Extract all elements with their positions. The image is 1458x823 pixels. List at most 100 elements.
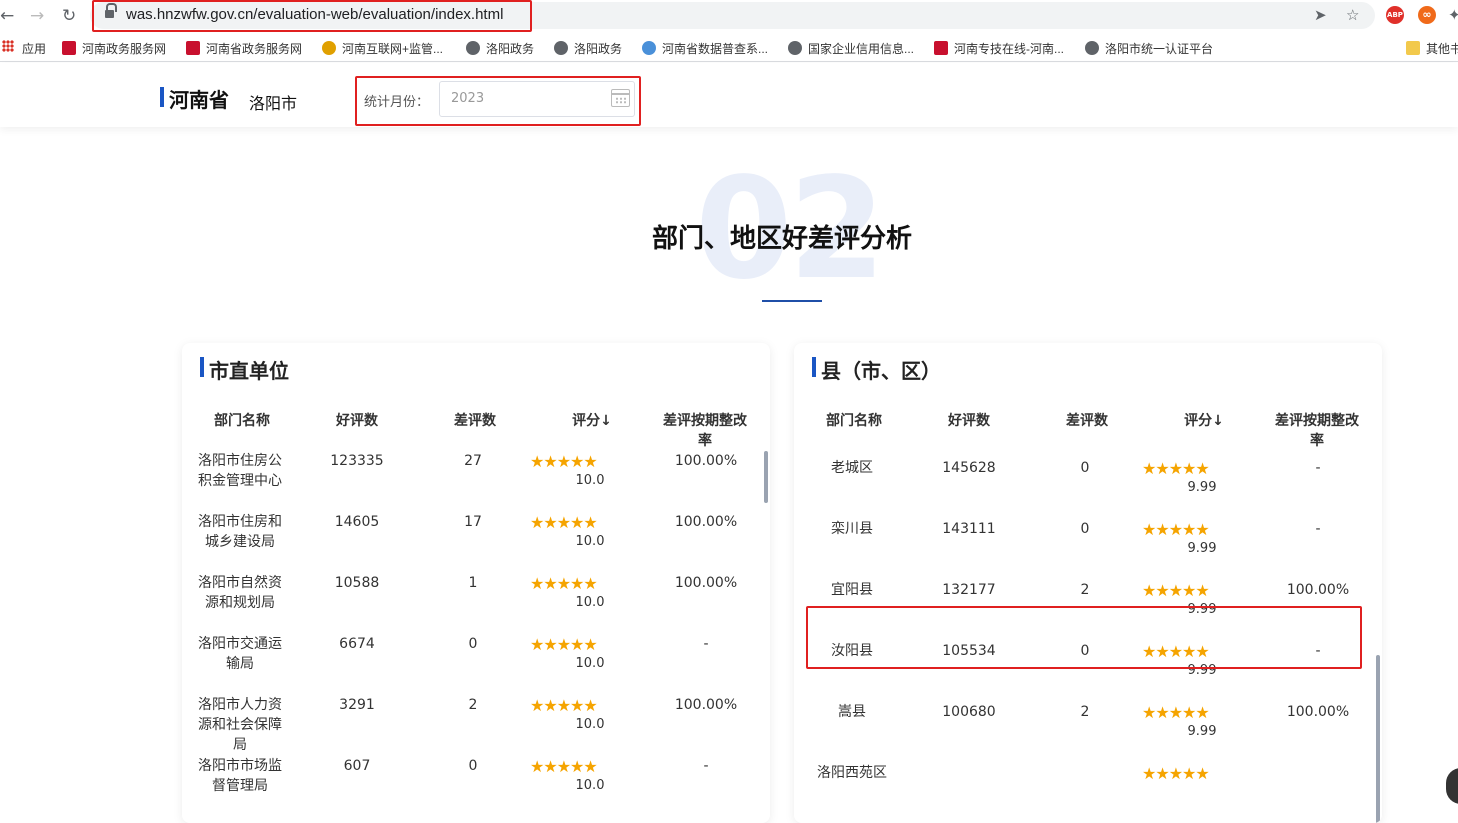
table-row[interactable]: 洛阳市市场监督管理局 607 0 ★★★★★ 10.0 - [182,756,770,817]
cell-score: 10.0 [575,778,605,793]
bookmark-icon [322,41,336,55]
cell-good-count: 143111 [942,521,996,537]
cell-rectify-rate: 100.00% [674,697,738,713]
province-accent-bar [160,87,164,107]
bookmark-item[interactable]: 洛阳政务 [466,40,534,57]
cell-score: 10.0 [575,656,605,671]
bookmarks-bar: 应用 河南政务服务网 河南省政务服务网 河南互联网+监管... 洛阳政务 洛阳政… [0,32,1458,62]
scrollbar-thumb[interactable] [764,451,768,503]
rating-stars: ★★★★★ [530,696,598,715]
cell-name: 老城区 [831,460,873,476]
city-units-panel: 市直单位 部门名称 好评数 差评数 评分↓ 差评按期整改率 洛阳市住房公积金管理… [182,343,770,823]
cell-bad-count: 2 [468,697,478,713]
table-row[interactable]: 洛阳市交通运输局 6674 0 ★★★★★ 10.0 - [182,634,770,695]
star-bookmark-icon[interactable]: ☆ [1346,6,1359,24]
cell-rectify-rate: - [1315,460,1321,476]
reload-icon[interactable]: ↻ [62,6,76,26]
cell-bad-count: 0 [468,636,478,652]
col-header-bad[interactable]: 差评数 [430,410,520,430]
cell-name: 洛阳市住房和城乡建设局 [198,514,282,550]
adblock-extension-icon[interactable]: ABP [1386,6,1404,24]
globe-icon [466,41,480,55]
panel-accent-bar [812,357,816,377]
col-header-name[interactable]: 部门名称 [197,410,287,430]
cell-name: 洛阳西苑区 [817,765,887,781]
cell-name: 洛阳市交通运输局 [198,636,282,672]
send-icon[interactable]: ➤ [1314,6,1327,24]
bookmark-item[interactable]: 国家企业信用信息... [788,40,914,57]
folder-icon [1406,41,1420,55]
rating-stars: ★★★★★ [1142,520,1210,539]
cell-score: 9.99 [1187,724,1217,739]
bookmark-icon [186,41,200,55]
cell-bad-count: 27 [464,453,482,469]
cell-rectify-rate: 100.00% [1286,704,1350,720]
county-panel: 县（市、区） 部门名称 好评数 差评数 评分↓ 差评按期整改率 新安县14678… [794,343,1382,823]
table-row[interactable]: 洛阳市人力资源和社会保障局 3291 2 ★★★★★ 10.0 100.00% [182,695,770,756]
section-underline [762,300,822,302]
col-header-good[interactable]: 好评数 [312,410,402,430]
puzzle-extension-icon[interactable]: ✦ [1448,6,1458,24]
cell-score: 10.0 [575,473,605,488]
help-float-button[interactable] [1446,768,1458,804]
cell-name: 宜阳县 [831,582,873,598]
cell-good-count: 607 [343,758,371,774]
table-row[interactable]: 洛阳西苑区 ★★★★★ [794,763,1382,823]
scrollbar-thumb[interactable] [1376,655,1380,823]
bookmark-item[interactable]: 河南省数据普查系... [642,40,768,57]
table-row[interactable]: 栾川县 143111 0 ★★★★★ 9.99 - [794,519,1382,580]
cell-score: 9.99 [1187,541,1217,556]
col-header-rate[interactable]: 差评按期整改率 [660,410,750,450]
city-title[interactable]: 洛阳市 [249,90,297,114]
col-header-bad[interactable]: 差评数 [1042,410,1132,430]
cell-score: 10.0 [575,595,605,610]
rating-stars: ★★★★★ [530,452,598,471]
cell-score: 10.0 [575,717,605,732]
cell-name: 洛阳市住房公积金管理中心 [198,453,282,489]
bookmark-icon [62,41,76,55]
rating-stars: ★★★★★ [1142,764,1210,783]
cell-score: 9.99 [1187,480,1217,495]
globe-icon [554,41,568,55]
browser-toolbar: ← → ↻ was.hnzwfw.gov.cn/evaluation-web/e… [0,0,1458,32]
table-row[interactable]: 洛阳市自然资源和规划局 10588 1 ★★★★★ 10.0 100.00% [182,573,770,634]
cell-rectify-rate: 100.00% [674,575,738,591]
cell-bad-count: 1 [468,575,478,591]
table-row[interactable]: 洛阳市住房和城乡建设局 14605 17 ★★★★★ 10.0 100.00% [182,512,770,573]
cell-bad-count: 2 [1080,582,1090,598]
province-title[interactable]: 河南省 [169,84,229,113]
month-highlight-box [355,76,641,126]
forward-icon[interactable]: → [30,6,44,26]
bookmark-item[interactable]: 河南互联网+监管... [322,40,443,57]
bookmark-apps[interactable]: 应用 [22,40,46,57]
cell-rectify-rate: 100.00% [674,514,738,530]
back-icon[interactable]: ← [0,6,14,26]
bookmark-item[interactable]: 河南政务服务网 [62,40,166,57]
cloud-icon [642,41,656,55]
cell-bad-count: 17 [464,514,482,530]
col-header-score[interactable]: 评分↓ [1169,410,1239,430]
table-row[interactable]: 老城区 145628 0 ★★★★★ 9.99 - [794,458,1382,519]
extension-icon[interactable]: ∞ [1418,6,1436,24]
col-header-name[interactable]: 部门名称 [809,410,899,430]
cell-good-count: 10588 [334,575,380,591]
bookmark-item[interactable]: 河南省政务服务网 [186,40,302,57]
table-row[interactable]: 洛阳市住房公积金管理中心 123335 27 ★★★★★ 10.0 100.00% [182,451,770,512]
rating-stars: ★★★★★ [530,635,598,654]
rating-stars: ★★★★★ [1142,581,1210,600]
cell-name: 洛阳市自然资源和规划局 [198,575,282,611]
table-row[interactable]: 新安县1467821★★★★★9.99100.00% [794,450,1382,458]
cell-bad-count: 0 [1080,521,1090,537]
cell-bad-count: 0 [468,758,478,774]
cell-rectify-rate: 100.00% [674,453,738,469]
bookmark-item[interactable]: 洛阳政务 [554,40,622,57]
cell-good-count: 132177 [942,582,996,598]
bookmark-item[interactable]: 河南专技在线-河南... [934,40,1064,57]
col-header-score[interactable]: 评分↓ [557,410,627,430]
bookmark-other[interactable]: 其他书 [1406,40,1458,57]
bookmark-item[interactable]: 洛阳市统一认证平台 [1085,40,1213,57]
col-header-rate[interactable]: 差评按期整改率 [1272,410,1362,450]
cell-bad-count: 0 [1080,460,1090,476]
table-row[interactable]: 嵩县 100680 2 ★★★★★ 9.99 100.00% [794,702,1382,763]
col-header-good[interactable]: 好评数 [924,410,1014,430]
